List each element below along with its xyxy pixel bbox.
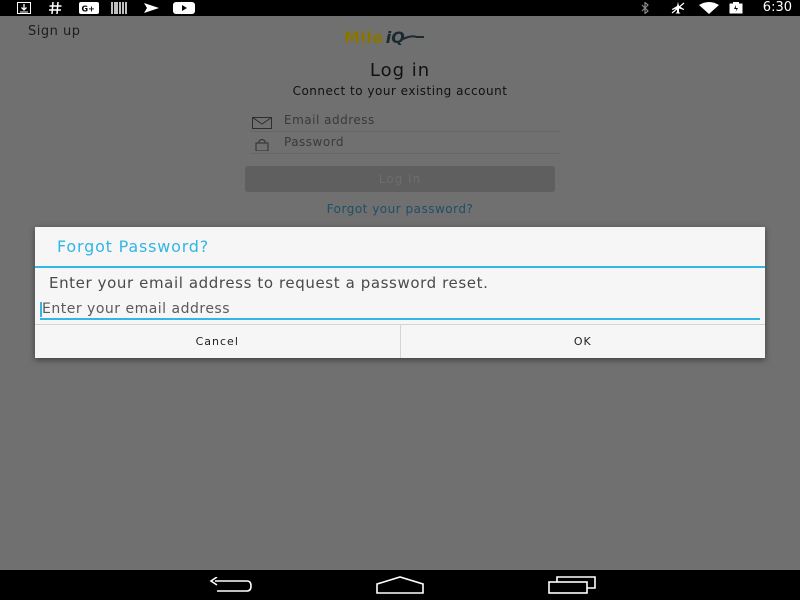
password-input[interactable] bbox=[284, 133, 554, 151]
status-bar: G+ 6:30 bbox=[0, 0, 800, 16]
bluetooth-icon bbox=[638, 2, 652, 14]
hashtag-icon bbox=[48, 2, 62, 14]
battery-icon bbox=[728, 2, 744, 14]
logo-swoosh-icon bbox=[402, 35, 424, 40]
download-icon bbox=[16, 2, 32, 14]
youtube-icon bbox=[172, 2, 196, 14]
wifi-icon bbox=[698, 2, 720, 14]
barcode-icon bbox=[110, 2, 128, 14]
dialog-email-field bbox=[40, 300, 760, 320]
forgot-password-dialog: Forgot Password? Enter your email addres… bbox=[35, 227, 765, 358]
mail-icon bbox=[252, 114, 272, 129]
status-time: 6:30 bbox=[762, 0, 792, 15]
flight-icon bbox=[142, 2, 160, 14]
airplane-mode-icon bbox=[670, 2, 686, 14]
back-icon[interactable] bbox=[205, 575, 255, 595]
email-field-row bbox=[250, 110, 560, 132]
forgot-password-link[interactable]: Forgot your password? bbox=[0, 202, 800, 216]
logo-mile-text: Mile bbox=[344, 27, 384, 47]
dialog-title: Forgot Password? bbox=[57, 237, 210, 256]
lock-icon bbox=[252, 136, 270, 152]
login-button[interactable]: Log In bbox=[245, 166, 555, 192]
google-plus-icon: G+ bbox=[78, 2, 100, 14]
page-subtitle: Connect to your existing account bbox=[292, 84, 508, 98]
dialog-title-divider bbox=[35, 266, 765, 268]
dialog-button-bar: Cancel OK bbox=[35, 324, 765, 358]
home-icon[interactable] bbox=[375, 575, 425, 595]
dialog-message: Enter your email address to request a pa… bbox=[49, 274, 489, 292]
email-input[interactable] bbox=[284, 111, 554, 129]
recents-icon[interactable] bbox=[547, 575, 597, 595]
signup-link[interactable]: Sign up bbox=[28, 24, 80, 39]
cancel-button[interactable]: Cancel bbox=[35, 325, 401, 358]
dialog-email-input[interactable] bbox=[42, 300, 757, 318]
svg-text:G+: G+ bbox=[82, 5, 95, 14]
mileiq-logo: Mile iQ bbox=[344, 27, 425, 47]
page-title: Log in bbox=[369, 60, 431, 81]
password-field-row bbox=[250, 132, 560, 154]
navigation-bar bbox=[0, 570, 800, 600]
ok-button[interactable]: OK bbox=[401, 325, 766, 358]
